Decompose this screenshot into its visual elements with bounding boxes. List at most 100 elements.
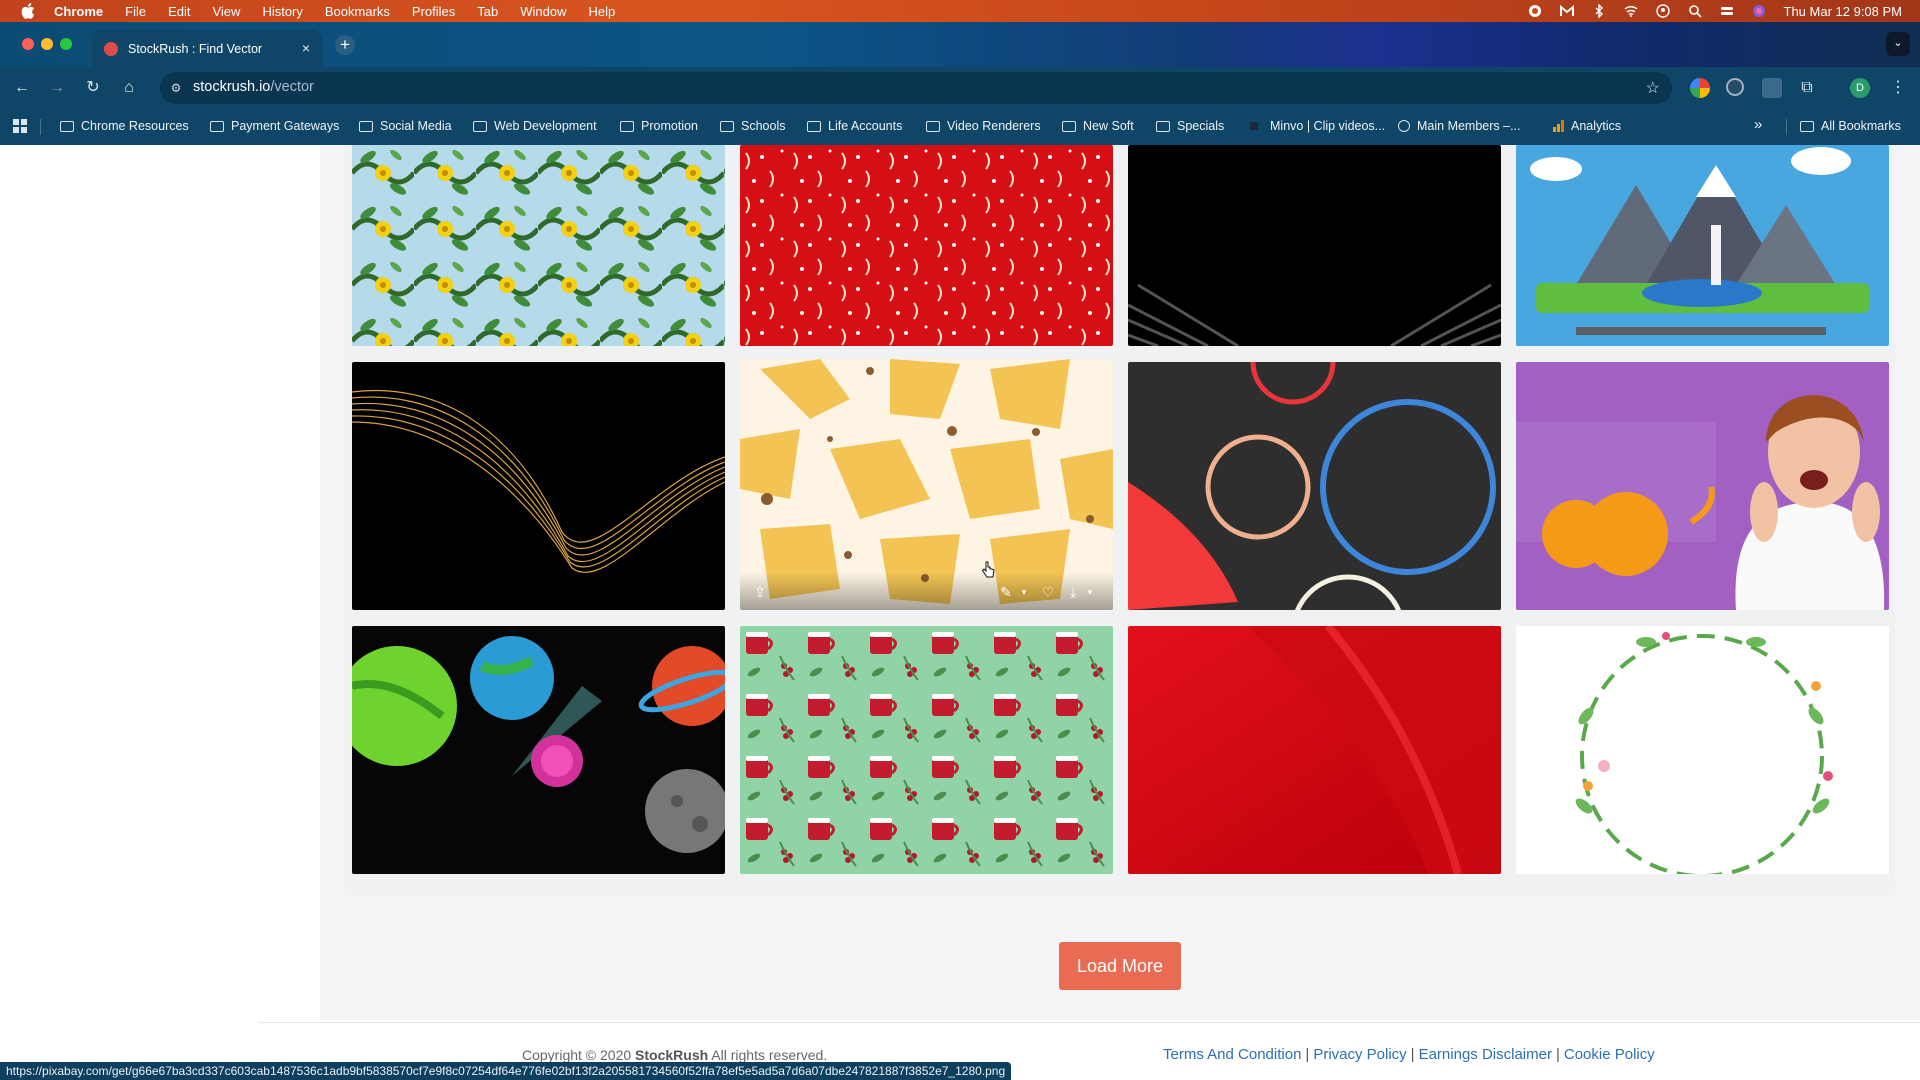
chrome-menu-icon[interactable]: ⋮ [1888, 78, 1908, 98]
tab-title: StockRush : Find Vector [128, 41, 263, 56]
bookmark-promotion[interactable]: Promotion [620, 119, 698, 133]
copyright-prefix: Copyright © 2020 [522, 1047, 632, 1063]
bookmark-star-icon[interactable]: ☆ [1646, 78, 1660, 98]
edit-dropdown-caret-icon[interactable]: ▾ [1016, 584, 1032, 600]
gallery-card-sunflower-leaf-pattern[interactable] [352, 145, 725, 346]
bluetooth-icon[interactable] [1592, 4, 1606, 18]
bookmark-label: Web Development [494, 119, 597, 133]
all-bookmarks[interactable]: All Bookmarks [1800, 119, 1901, 133]
browser-toolbar: ← → ↻ ⌂ ⚙ stockrush.io/vector ☆ ⧉ D ⋮ [0, 67, 1920, 109]
bookmark-label: All Bookmarks [1821, 119, 1901, 133]
folder-icon [210, 120, 224, 132]
bookmark-label: Video Renderers [947, 119, 1041, 133]
terms-link[interactable]: Terms And Condition [1163, 1046, 1301, 1063]
menu-tab[interactable]: Tab [477, 4, 498, 19]
macos-menubar: Chrome File Edit View History Bookmarks … [0, 0, 1920, 22]
folder-icon [1062, 120, 1076, 132]
bookmark-web-development[interactable]: Web Development [473, 119, 597, 133]
bookmark-chrome-resources[interactable]: Chrome Resources [60, 119, 189, 133]
bookmark-analytics[interactable]: Analytics [1553, 119, 1621, 133]
vpn-status-icon[interactable] [1528, 4, 1542, 18]
menubar-clock[interactable]: Thu Mar 12 9:08 PM [1784, 4, 1903, 19]
link-separator: | [1410, 1046, 1415, 1063]
privacy-link[interactable]: Privacy Policy [1313, 1046, 1406, 1063]
bookmark-social-media[interactable]: Social Media [359, 119, 452, 133]
share-icon[interactable]: ⇪ [752, 584, 768, 600]
bookmarks-overflow-icon[interactable]: » [1754, 116, 1762, 133]
bookmark-main-members[interactable]: Main Members –... [1398, 119, 1521, 133]
menu-help[interactable]: Help [589, 4, 616, 19]
gallery-card-gold-wave-lines[interactable] [352, 362, 725, 610]
footer-links: Terms And Condition | Privacy Policy | Earni… [1163, 1046, 1655, 1063]
gallery-card-floral-wreath-frame[interactable] [1516, 626, 1889, 874]
gallery-card-yellow-flower-pattern[interactable]: ⇪ ✎ ▾ ♡ ⤓ ▾ [740, 359, 1113, 610]
spotlight-search-icon[interactable] [1688, 4, 1702, 18]
edit-icon[interactable]: ✎ [998, 584, 1014, 600]
menu-app-chrome[interactable]: Chrome [54, 4, 103, 19]
user-account-icon[interactable] [1655, 4, 1670, 18]
gallery-card-red-floral-pattern[interactable] [740, 145, 1113, 346]
earnings-disclaimer-link[interactable]: Earnings Disclaimer [1419, 1046, 1552, 1063]
load-more-button[interactable]: Load More [1059, 942, 1181, 990]
download-dropdown-caret-icon[interactable]: ▾ [1082, 584, 1098, 600]
bookmark-specials[interactable]: Specials [1156, 119, 1224, 133]
menu-edit[interactable]: Edit [168, 4, 190, 19]
gallery-card-dark-circles-abstract[interactable] [1128, 362, 1501, 610]
tab-strip: StockRush : Find Vector × + ⌄ [0, 22, 1920, 67]
bookmark-video-renderers[interactable]: Video Renderers [926, 119, 1041, 133]
tab-search-chevron-icon[interactable]: ⌄ [1886, 32, 1910, 56]
window-minimize-button[interactable] [41, 38, 53, 50]
menu-window[interactable]: Window [520, 4, 566, 19]
mail-status-icon[interactable] [1559, 4, 1574, 18]
gallery-card-mountain-lake-lighthouse[interactable] [1516, 145, 1889, 346]
gallery-card-surprised-woman-purple[interactable] [1516, 362, 1889, 610]
profile-avatar[interactable]: D [1850, 78, 1870, 98]
gallery-card-red-abstract-curve[interactable] [1128, 626, 1501, 874]
gallery-card-christmas-mug-pattern[interactable] [740, 626, 1113, 874]
address-bar[interactable]: ⚙ stockrush.io/vector ☆ [160, 72, 1672, 104]
download-icon[interactable]: ⤓ [1065, 584, 1081, 600]
stockrush-favicon-icon [104, 41, 118, 56]
url-text[interactable]: stockrush.io/vector [193, 79, 314, 95]
bookmark-life-accounts[interactable]: Life Accounts [807, 119, 902, 133]
bookmarks-divider [1786, 119, 1787, 135]
tab-close-icon[interactable]: × [302, 40, 310, 56]
window-close-button[interactable] [22, 38, 34, 50]
bookmark-payment-gateways[interactable]: Payment Gateways [210, 119, 339, 133]
menu-profiles[interactable]: Profiles [412, 4, 455, 19]
forward-arrow-icon[interactable]: → [47, 78, 67, 98]
site-info-icon[interactable]: ⚙ [168, 80, 184, 96]
folder-icon [60, 120, 74, 132]
folder-icon [926, 120, 940, 132]
apple-menu-icon[interactable] [20, 3, 36, 19]
bookmark-new-soft[interactable]: New Soft [1062, 119, 1134, 133]
gallery-card-planets-space[interactable] [352, 626, 725, 874]
gallery-card-black-gradient-rays[interactable] [1128, 145, 1501, 346]
menu-bookmarks[interactable]: Bookmarks [325, 4, 390, 19]
extensions-puzzle-icon[interactable]: ⧉ [1797, 78, 1817, 98]
bookmark-schools[interactable]: Schools [720, 119, 785, 133]
new-tab-button[interactable]: + [335, 35, 355, 55]
window-zoom-button[interactable] [60, 38, 72, 50]
menu-file[interactable]: File [125, 4, 146, 19]
folder-icon [620, 120, 634, 132]
back-arrow-icon[interactable]: ← [12, 78, 32, 98]
bookmark-label: New Soft [1083, 119, 1134, 133]
menu-history[interactable]: History [262, 4, 302, 19]
extension-color-icon[interactable] [1690, 78, 1710, 98]
favorite-heart-icon[interactable]: ♡ [1040, 584, 1056, 600]
bookmark-label: Promotion [641, 119, 698, 133]
reload-icon[interactable]: ↻ [83, 78, 103, 98]
tab-stockrush[interactable]: StockRush : Find Vector × [92, 30, 322, 67]
cookie-policy-link[interactable]: Cookie Policy [1564, 1046, 1655, 1063]
extension-drop-icon[interactable] [1726, 78, 1744, 96]
control-center-icon[interactable] [1720, 4, 1734, 18]
wifi-icon[interactable] [1624, 4, 1638, 18]
menu-view[interactable]: View [212, 4, 240, 19]
home-icon[interactable]: ⌂ [119, 78, 139, 98]
bookmark-minvo[interactable]: Minvo | Clip videos... [1250, 119, 1385, 133]
footer-brand: StockRush [635, 1047, 709, 1063]
apps-grid-icon[interactable] [13, 119, 27, 133]
extension-sync-icon[interactable] [1762, 78, 1782, 98]
siri-icon[interactable] [1752, 4, 1766, 18]
